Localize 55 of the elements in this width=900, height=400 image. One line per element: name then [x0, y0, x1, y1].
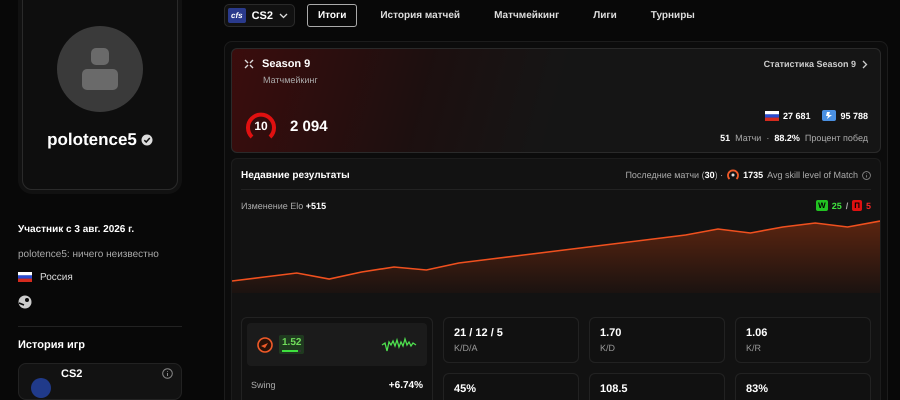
- country-name: Россия: [40, 272, 73, 283]
- swing-value: +6.74%: [388, 380, 423, 391]
- flag-icon: [18, 272, 32, 282]
- season-subtitle: Матчмейкинг: [263, 75, 319, 85]
- bio-text: polotence5: ничего неизвестно: [18, 248, 160, 260]
- region-rank: 95 788: [840, 110, 868, 120]
- username: polotence5: [47, 130, 137, 150]
- stat-card: 1.06 K/R: [735, 317, 871, 363]
- separator: /: [846, 200, 848, 210]
- gauge-icon: [727, 169, 740, 181]
- matches-count: 51: [720, 133, 730, 143]
- wins-count: 25: [832, 200, 842, 210]
- member-since: Участник с 3 авг. 2026 г.: [18, 224, 136, 235]
- game-selector[interactable]: cfs CS2: [224, 4, 295, 27]
- stat-card: 21 / 12 / 5 K/D/A: [443, 317, 579, 363]
- chevron-down-icon: [278, 12, 288, 18]
- stat-card: 45%: [443, 373, 579, 400]
- avg-skill-value: 1735: [743, 170, 764, 180]
- win-rate: 88.2%: [774, 133, 800, 143]
- rating-icon: [257, 336, 273, 352]
- section-title: История игр: [18, 338, 86, 351]
- losses-count: 5: [866, 200, 871, 210]
- stat-card: 1.70 K/D: [589, 317, 725, 363]
- elo-value: 2 094: [290, 118, 328, 134]
- sparkline-icon: [381, 336, 417, 352]
- flag-icon: [764, 110, 779, 120]
- last-matches-label: Последние матчи (30) ·: [625, 170, 724, 180]
- swing-label: Swing: [251, 380, 276, 391]
- section-title: Недавние результаты: [241, 170, 350, 180]
- tab[interactable]: Матчмейкинг: [483, 4, 570, 27]
- rating-value: 1.52: [282, 337, 302, 348]
- season-title: Season 9: [262, 58, 310, 70]
- crosshair-icon: [244, 59, 254, 69]
- chevron-right-icon: [862, 60, 868, 68]
- elo-change: Изменение Elo +515: [241, 200, 326, 210]
- info-icon[interactable]: [862, 170, 871, 180]
- tab[interactable]: Турниры: [640, 4, 706, 27]
- season-stats-link[interactable]: Статистика Season 9: [764, 59, 868, 69]
- country-rank: 27 681: [782, 110, 810, 120]
- game-history-item[interactable]: CS2: [18, 362, 182, 400]
- stat-card: 83%: [735, 373, 871, 400]
- tab[interactable]: Итоги: [306, 4, 358, 27]
- steam-icon[interactable]: [18, 294, 32, 309]
- loss-badge: П: [852, 200, 862, 211]
- info-icon[interactable]: [162, 368, 173, 379]
- matches-label: Матчи: [735, 133, 762, 143]
- stat-card: 108.5: [589, 373, 725, 400]
- skill-level-badge: 10: [244, 109, 278, 143]
- region-icon: [822, 110, 836, 121]
- win-badge: W: [816, 200, 828, 211]
- separator: ·: [766, 133, 770, 143]
- tab[interactable]: Лиги: [582, 4, 628, 27]
- tab[interactable]: История матчей: [369, 4, 472, 27]
- win-rate-label: Процент побед: [804, 133, 868, 143]
- avg-skill-label: Avg skill level of Match: [767, 170, 858, 180]
